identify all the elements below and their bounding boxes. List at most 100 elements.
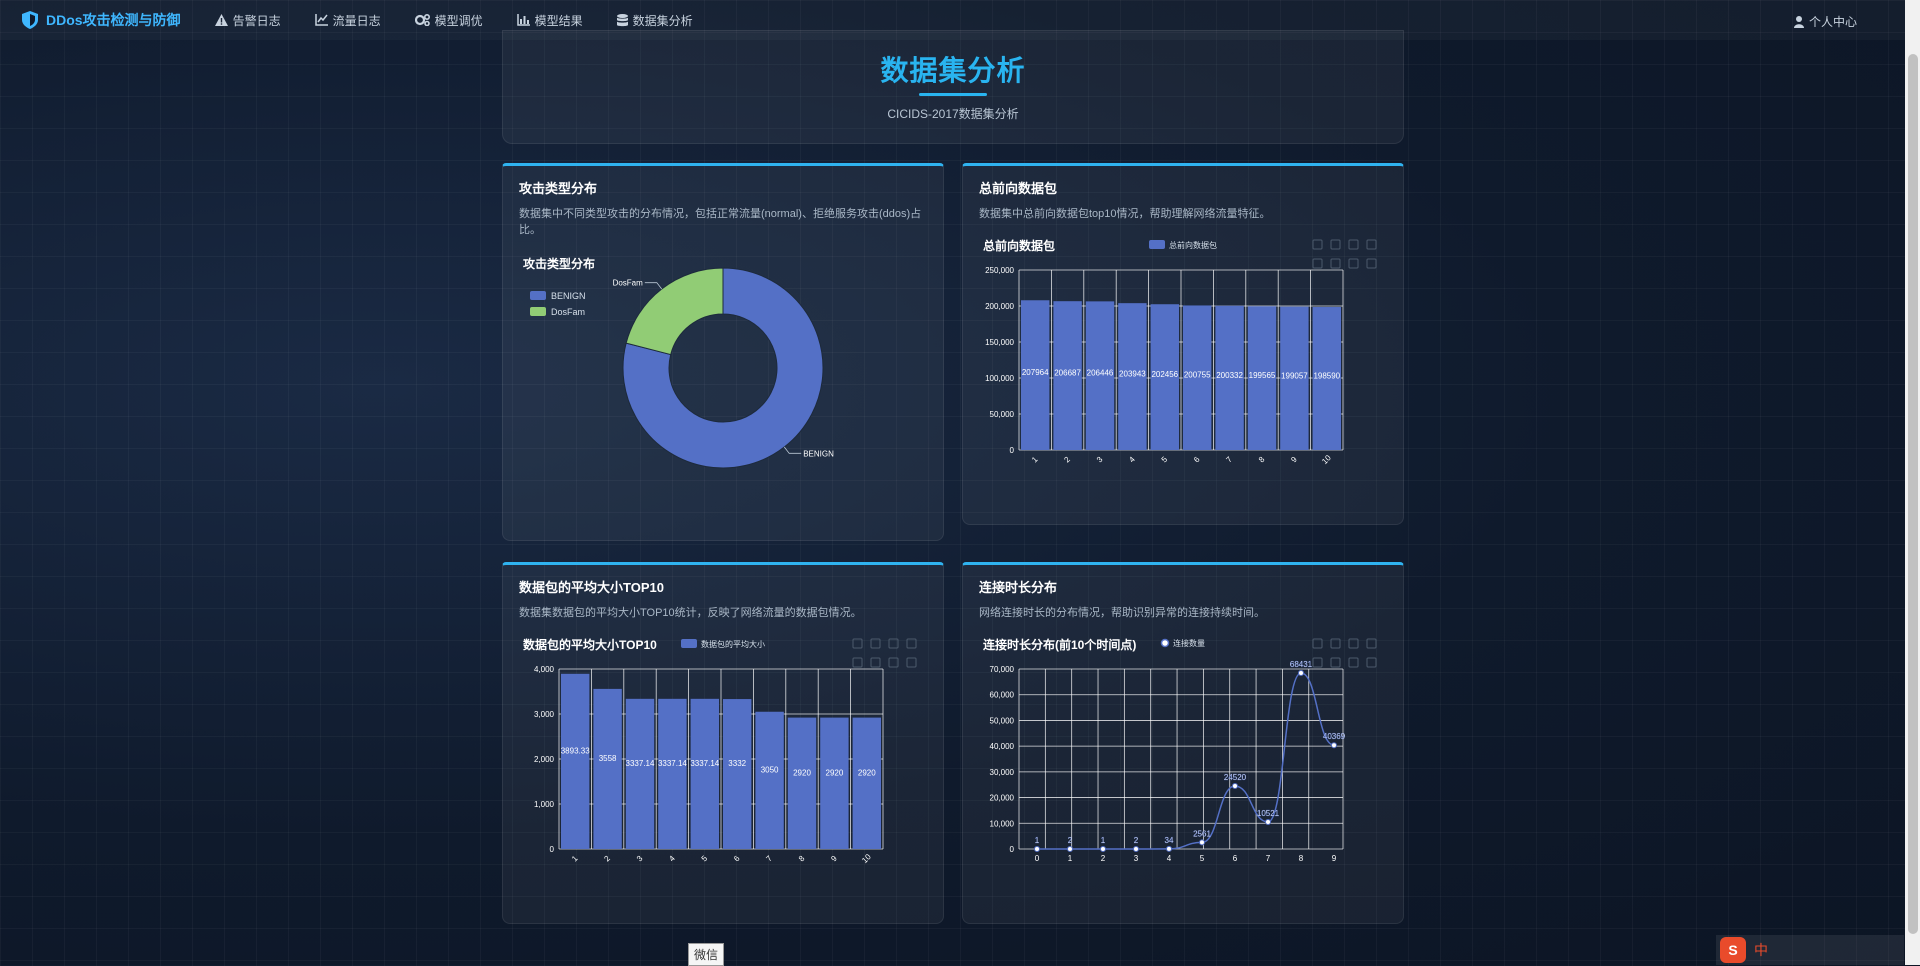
page-header: 数据集分析 CICIDS-2017数据集分析 (502, 30, 1404, 144)
y-tick-label: 250,000 (985, 266, 1014, 275)
nav-item-traffic-log[interactable]: 流量日志 (314, 12, 381, 29)
x-tick-label: 1 (570, 854, 580, 864)
title-underline (919, 93, 987, 96)
data-label: 203943 (1119, 370, 1146, 379)
chart-toolbox-icon (1366, 657, 1377, 668)
data-label: 2920 (858, 768, 876, 777)
chart-toolbox-icon (1312, 258, 1323, 269)
data-label: 1 (1035, 836, 1040, 845)
y-tick-label: 10,000 (990, 819, 1015, 828)
data-point (1199, 839, 1205, 846)
chart-toolbox-icon (1348, 239, 1359, 250)
y-tick-label: 40,000 (990, 742, 1015, 751)
data-point (1067, 845, 1073, 852)
chart-toolbox-icon (1312, 638, 1323, 649)
y-tick-label: 0 (1010, 845, 1015, 854)
nav-item-label: 流量日志 (332, 13, 381, 28)
attack-type-pie-chart: 攻击类型分布 BENIGN DosFam BENIGN DosFam (523, 256, 834, 469)
nav-item-dataset-analysis[interactable]: 数据集分析 (616, 12, 693, 29)
x-tick-label: 9 (829, 854, 839, 864)
chart-toolbox-icon (870, 657, 881, 668)
ime-toolbar[interactable]: S 中 (1716, 935, 1904, 965)
data-point (1034, 845, 1040, 852)
shield-icon (22, 11, 38, 29)
scrollbar-thumb[interactable] (1908, 54, 1918, 934)
card-description: 数据集中不同类型攻击的分布情况，包括正常流量(normal)、拒绝服务攻击(dd… (519, 208, 922, 236)
brand[interactable]: DDos攻击检测与防御 (22, 10, 181, 30)
x-tick-label: 8 (1257, 455, 1267, 465)
chart-toolbox-icon (906, 638, 917, 649)
chart-toolbox-icon (906, 657, 917, 668)
chart-toolbox-icon (888, 657, 899, 668)
bar (852, 717, 881, 849)
data-label: 3558 (599, 754, 617, 763)
line-chart-icon (314, 14, 328, 26)
data-label: 2920 (793, 768, 811, 777)
y-tick-label: 2,000 (534, 755, 555, 764)
legend-label: BENIGN (551, 291, 586, 301)
y-tick-label: 0 (1010, 446, 1015, 455)
data-label: 202456 (1151, 370, 1178, 379)
data-label: 3050 (761, 765, 779, 774)
data-label: 2920 (826, 768, 844, 777)
bar (593, 688, 622, 849)
card-description: 数据集中总前向数据包top10情况，帮助理解网络流量特征。 (979, 208, 1271, 220)
x-tick-label: 3 (1134, 854, 1139, 863)
chart-title: 总前向数据包 (983, 238, 1055, 253)
nav-item-model-results[interactable]: 模型结果 (516, 12, 583, 29)
page-title: 数据集分析 (880, 55, 1026, 86)
x-tick-label: 7 (1224, 455, 1234, 465)
data-label: 24520 (1224, 773, 1247, 782)
bar (755, 711, 784, 849)
data-label: 199565 (1249, 371, 1276, 380)
data-label: 206687 (1054, 369, 1081, 378)
x-tick-label: 8 (1299, 854, 1304, 863)
user-center-label: 个人中心 (1808, 15, 1857, 29)
gears-icon (414, 14, 430, 26)
data-label: 200755 (1184, 371, 1211, 380)
legend-label: DosFam (551, 307, 585, 317)
warning-icon (214, 14, 228, 26)
ime-logo-icon[interactable]: S (1720, 937, 1746, 963)
user-center-link[interactable]: 个人中心 (1793, 13, 1857, 30)
legend-swatch (530, 291, 546, 300)
data-label: 40369 (1323, 732, 1346, 741)
bar (820, 717, 849, 849)
data-label: 207964 (1022, 368, 1049, 377)
y-tick-label: 50,000 (990, 716, 1015, 725)
y-tick-label: 30,000 (990, 768, 1015, 777)
data-label: 200332 (1216, 371, 1243, 380)
x-tick-label: 10 (1320, 453, 1333, 466)
legend-label: 连接数量 (1173, 638, 1205, 648)
chart-toolbox-icon (1366, 258, 1377, 269)
x-tick-label: 4 (1127, 455, 1137, 465)
legend-swatch (681, 639, 697, 648)
ime-language[interactable]: 中 (1754, 940, 1768, 960)
wechat-tooltip: 微信 (688, 943, 725, 966)
attack-type-card: 攻击类型分布 数据集中不同类型攻击的分布情况，包括正常流量(normal)、拒绝… (502, 163, 944, 541)
vertical-scrollbar[interactable] (1905, 0, 1920, 965)
nav-item-model-tuning[interactable]: 模型调优 (414, 12, 483, 29)
data-label: 2 (1068, 836, 1073, 845)
data-point (1166, 845, 1172, 852)
chart-toolbox-icon (1330, 258, 1341, 269)
data-label: 10521 (1257, 809, 1280, 818)
bar (690, 698, 719, 849)
x-tick-label: 3 (635, 854, 645, 864)
chart-title: 数据包的平均大小TOP10 (523, 637, 657, 652)
chart-toolbox-icon (1348, 258, 1359, 269)
bar (625, 698, 655, 849)
x-tick-label: 2 (602, 854, 612, 864)
chart-toolbox-icon (1330, 239, 1341, 250)
data-point (1265, 818, 1271, 825)
x-tick-label: 8 (797, 854, 807, 864)
data-point (1100, 845, 1106, 852)
chart-title: 连接时长分布(前10个时间点) (983, 637, 1136, 652)
forward-packets-card: 总前向数据包 数据集中总前向数据包top10情况，帮助理解网络流量特征。 总前向… (962, 163, 1404, 525)
pie-slice-label: BENIGN (803, 449, 834, 458)
chart-toolbox-icon (1312, 657, 1323, 668)
nav-item-alert-log[interactable]: 告警日志 (214, 12, 281, 29)
chart-toolbox-icon (1366, 239, 1377, 250)
y-tick-label: 0 (550, 845, 555, 854)
database-icon (616, 13, 628, 26)
